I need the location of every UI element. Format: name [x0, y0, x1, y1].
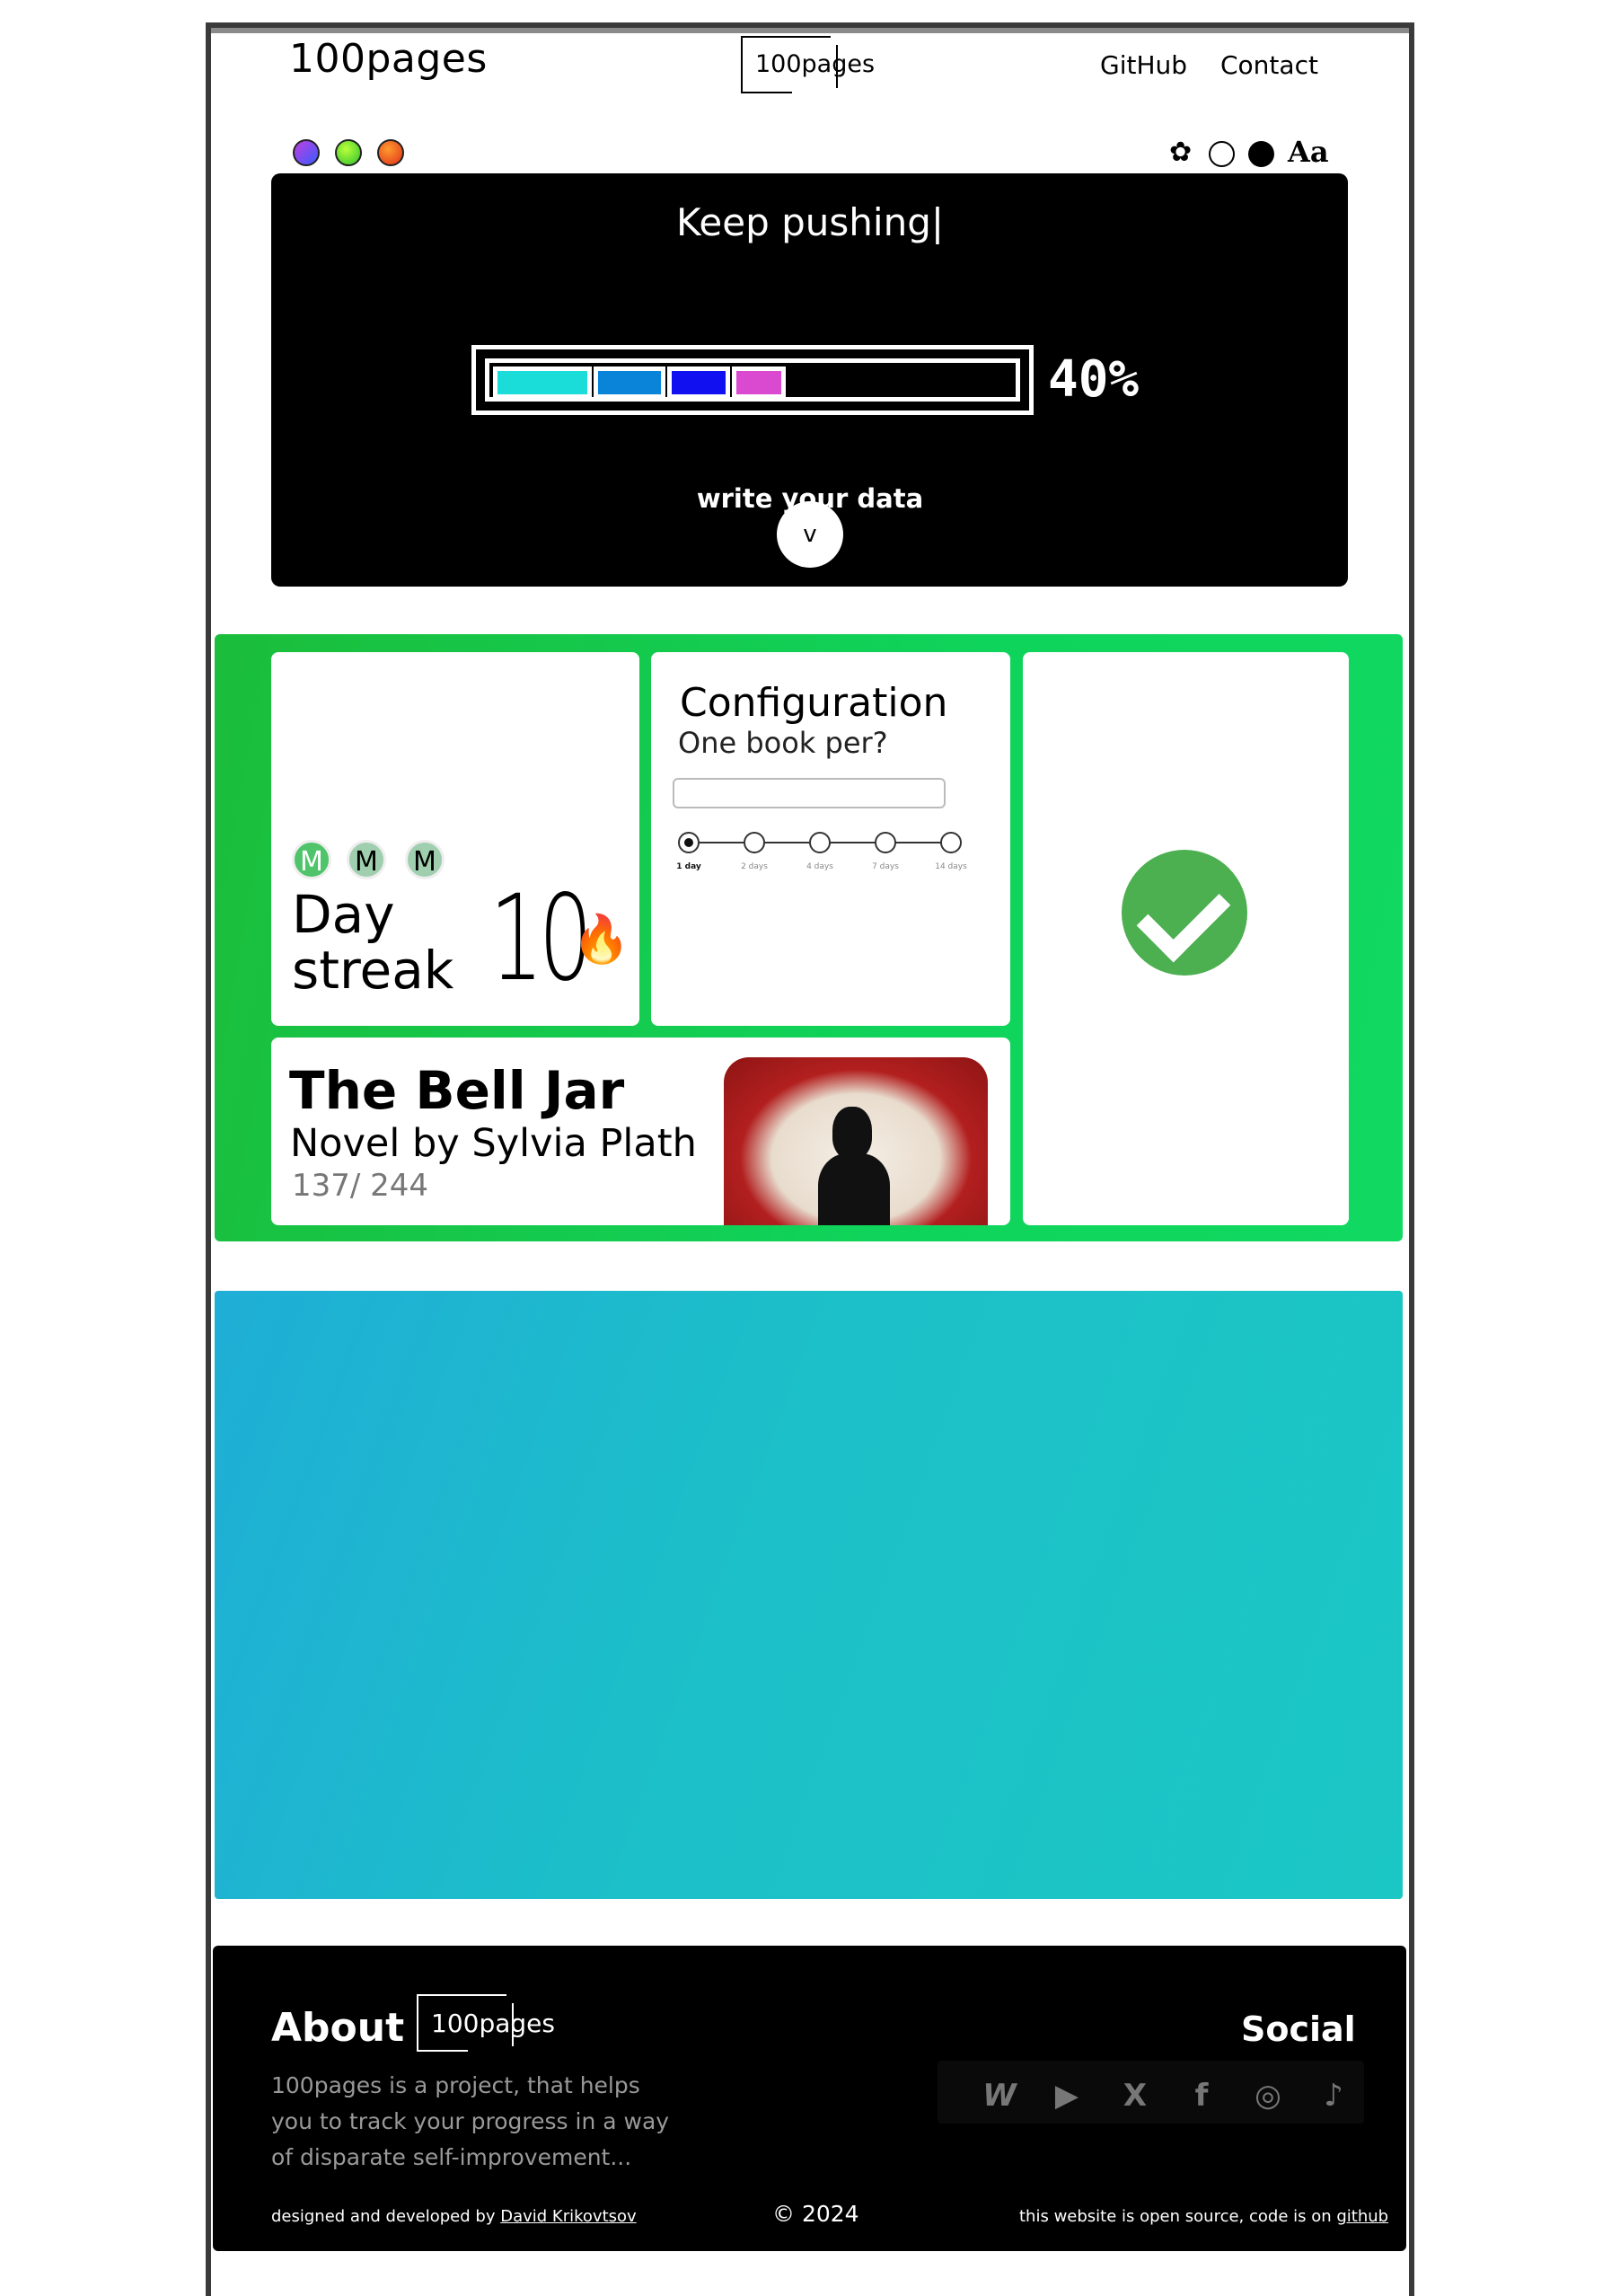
slider-label: 2 days: [741, 862, 768, 871]
avatar[interactable]: M: [292, 840, 331, 879]
slider-stop-4-days[interactable]: [809, 832, 831, 853]
github-link[interactable]: github: [1336, 2207, 1388, 2226]
expand-button[interactable]: v: [777, 501, 843, 568]
center-logo[interactable]: 100pages: [741, 36, 875, 93]
footer-description: 100pages is a project, that helps you to…: [271, 2072, 670, 2170]
streak-label: Day streak: [292, 887, 453, 998]
checkmark-icon[interactable]: [1122, 850, 1247, 976]
slider-stop-1-day[interactable]: [678, 832, 700, 853]
progress-segment: [493, 366, 592, 399]
facebook-icon[interactable]: f: [1184, 2078, 1219, 2114]
slider-stop-7-days[interactable]: [875, 832, 896, 853]
footer-copyright: © 2024: [772, 2201, 859, 2227]
font-toggle[interactable]: Aa: [1288, 135, 1329, 169]
progress-segment: [732, 366, 786, 399]
hero-title: Keep pushing|: [675, 200, 945, 244]
footer-logo-text: 100pages: [431, 2009, 555, 2038]
book-title: The Bell Jar: [289, 1060, 625, 1121]
instagram-icon[interactable]: ◎: [1250, 2078, 1286, 2114]
slider-label: 14 days: [935, 862, 967, 871]
progress-track: [485, 358, 1020, 402]
config-subtitle: One book per?: [678, 726, 888, 760]
fire-icon: 🔥: [572, 913, 630, 967]
color-theme-orange[interactable]: [377, 139, 404, 166]
teal-panel: [215, 1291, 1403, 1899]
youtube-icon[interactable]: ▶: [1049, 2078, 1085, 2114]
avatar[interactable]: M: [405, 840, 445, 879]
x-icon[interactable]: X: [1117, 2078, 1153, 2114]
gear-icon[interactable]: ✿: [1169, 139, 1192, 166]
slider-stop-14-days[interactable]: [940, 832, 962, 853]
author-link[interactable]: David Krikovtsov: [500, 2207, 636, 2226]
color-theme-green[interactable]: [335, 139, 362, 166]
progress-segment: [594, 366, 665, 399]
footer-credit: designed and developed by David Krikovts…: [271, 2207, 637, 2226]
config-title: Configuration: [680, 680, 948, 726]
progress-percent: 40%: [1048, 350, 1140, 409]
config-input[interactable]: [673, 778, 946, 808]
tiktok-icon[interactable]: ♪: [1316, 2078, 1351, 2114]
webflow-icon[interactable]: W: [980, 2078, 1017, 2114]
footer-open-source: this website is open source, code is on …: [1019, 2207, 1388, 2226]
dark-mode-toggle[interactable]: [1248, 141, 1274, 167]
book-pages: 137/ 244: [292, 1168, 429, 1204]
open-source-prefix: this website is open source, code is on: [1019, 2207, 1337, 2226]
nav-github[interactable]: GitHub: [1100, 50, 1187, 80]
streak-label-line1: Day: [292, 884, 395, 945]
slider-stop-2-days[interactable]: [744, 832, 765, 853]
streak-label-line2: streak: [292, 940, 454, 1001]
slider-label: 7 days: [872, 862, 899, 871]
progress-segment: [667, 366, 730, 399]
footer-social-title: Social: [1241, 2009, 1356, 2049]
slider-label: 4 days: [806, 862, 833, 871]
footer-logo[interactable]: 100pages: [417, 1994, 555, 2052]
footer-about-title: About: [271, 2005, 405, 2051]
nav-contact[interactable]: Contact: [1220, 50, 1318, 80]
slider-label: 1 day: [676, 862, 701, 871]
progress-bar: [471, 345, 1034, 415]
color-theme-purple[interactable]: [293, 139, 320, 166]
avatar[interactable]: M: [347, 840, 386, 879]
light-mode-toggle[interactable]: [1209, 141, 1235, 167]
book-subtitle: Novel by Sylvia Plath: [290, 1121, 697, 1166]
site-logo[interactable]: 100pages: [289, 36, 488, 82]
footer-credit-prefix: designed and developed by: [271, 2207, 501, 2226]
center-logo-text: 100pages: [755, 50, 876, 78]
book-cover-image: [724, 1057, 988, 1225]
